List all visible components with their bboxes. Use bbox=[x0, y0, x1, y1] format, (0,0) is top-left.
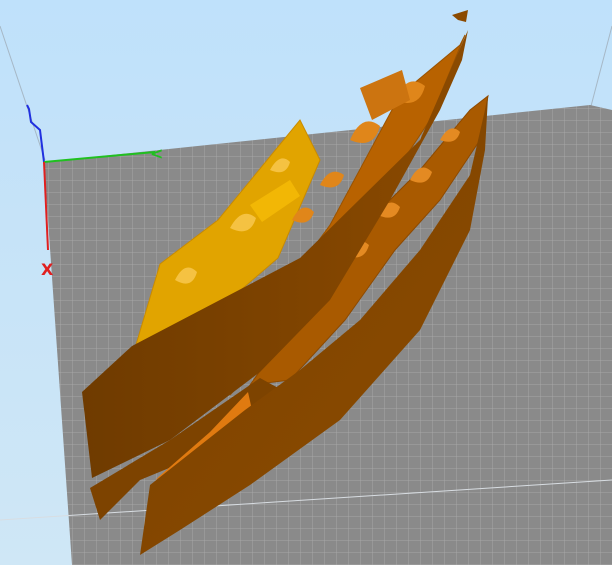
3d-viewport[interactable]: X < bbox=[0, 0, 612, 565]
z-axis-line bbox=[26, 104, 45, 163]
y-axis-label: < bbox=[150, 144, 163, 163]
x-axis-label: X bbox=[41, 260, 54, 279]
scene-canvas[interactable]: X < bbox=[0, 0, 612, 565]
top-fragment bbox=[452, 10, 468, 22]
